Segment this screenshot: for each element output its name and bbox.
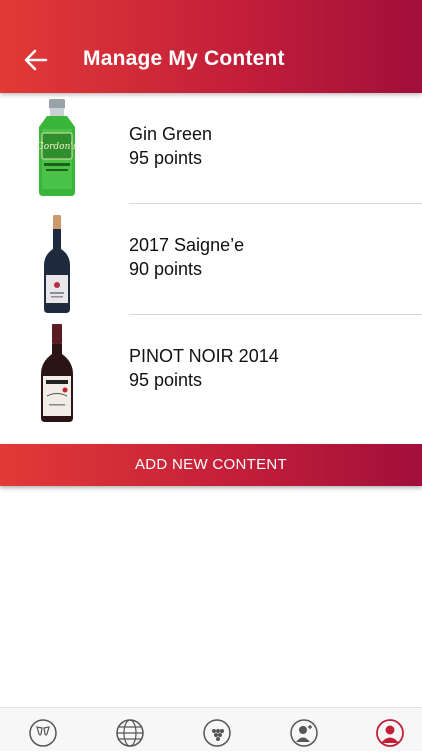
item-points: 95 points xyxy=(129,370,203,390)
nav-wine[interactable] xyxy=(28,718,58,748)
profile-icon xyxy=(376,719,404,747)
wine-glasses-icon xyxy=(29,719,57,747)
arrow-left-icon xyxy=(24,49,48,71)
globe-icon xyxy=(116,719,144,747)
add-user-icon xyxy=(290,719,318,747)
svg-text:Gordon's: Gordon's xyxy=(37,142,78,152)
item-name: 2017 Saigne’e xyxy=(129,235,245,255)
nav-vineyards[interactable] xyxy=(202,718,232,748)
nav-explore[interactable] xyxy=(115,718,145,748)
white-wine-bottle-image xyxy=(30,215,84,313)
list-item[interactable]: Gordon's Gin Green 95 points xyxy=(0,93,422,204)
nav-add-user[interactable] xyxy=(289,718,319,748)
item-name: PINOT NOIR 2014 xyxy=(129,346,279,366)
grapes-icon xyxy=(203,719,231,747)
back-button[interactable] xyxy=(22,45,50,75)
content-list: Gordon's Gin Green 95 points 2017 Saigne… xyxy=(0,93,422,426)
page-title: Manage My Content xyxy=(83,47,285,70)
item-name: Gin Green xyxy=(129,124,213,144)
app-header: Manage My Content xyxy=(0,0,422,93)
list-item[interactable]: 2017 Saigne’e 90 points xyxy=(0,204,422,315)
item-points: 95 points xyxy=(129,148,203,168)
list-item[interactable]: PINOT NOIR 2014 95 points xyxy=(0,315,422,426)
item-points: 90 points xyxy=(129,259,203,279)
add-new-content-button[interactable]: ADD NEW CONTENT xyxy=(0,444,422,486)
red-wine-bottle-image xyxy=(30,324,84,422)
bottom-nav xyxy=(0,707,422,751)
gin-bottle-image: Gordon's xyxy=(30,99,84,197)
nav-profile[interactable] xyxy=(375,718,405,748)
